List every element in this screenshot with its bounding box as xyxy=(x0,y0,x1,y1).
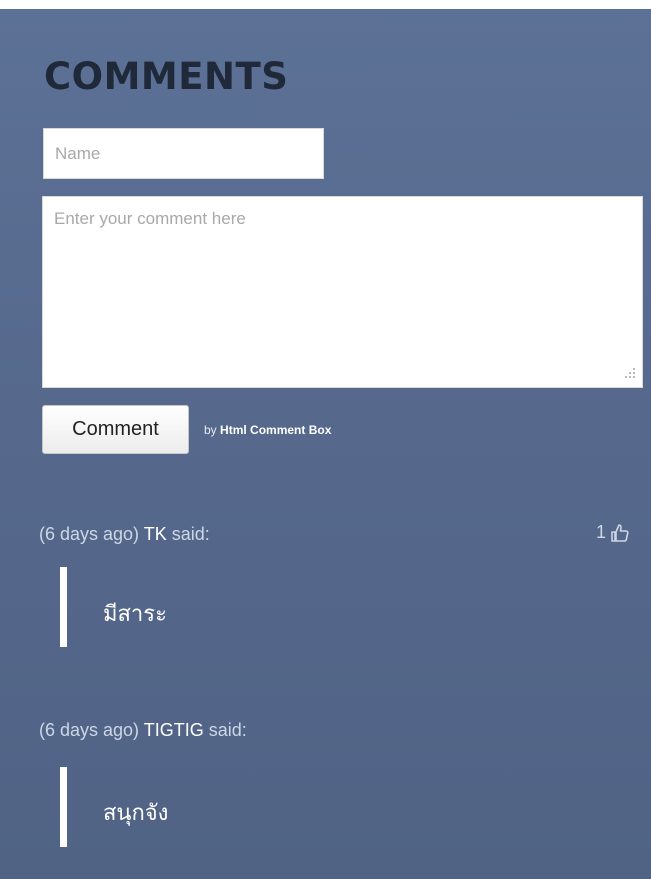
like-button[interactable]: 1 xyxy=(596,522,630,543)
comment-time: (6 days ago) xyxy=(39,524,140,544)
comments-panel: COMMENTS Comment by Html Comment Box (6 … xyxy=(0,9,651,879)
quote-bar xyxy=(60,567,67,647)
comment-textarea[interactable] xyxy=(42,196,643,388)
byline-brand-link[interactable]: Html Comment Box xyxy=(220,423,331,437)
comment-author: TK xyxy=(143,524,167,544)
byline-prefix: by xyxy=(204,423,217,437)
thumbs-up-icon[interactable] xyxy=(610,523,630,543)
comment-submit-button[interactable]: Comment xyxy=(42,405,189,454)
comments-heading: COMMENTS xyxy=(44,55,289,98)
comment-meta: (6 days ago) TK said: xyxy=(39,524,210,545)
powered-by: by Html Comment Box xyxy=(204,423,331,437)
name-input[interactable] xyxy=(43,128,324,179)
comment-author: TIGTIG xyxy=(143,720,204,740)
resize-grip-icon[interactable] xyxy=(618,363,638,383)
comment-said: said: xyxy=(208,720,247,740)
comment-meta: (6 days ago) TIGTIG said: xyxy=(39,720,247,741)
like-count: 1 xyxy=(596,522,607,542)
comment-body: มีสาระ xyxy=(103,602,167,627)
quote-bar xyxy=(60,767,67,847)
comment-body: สนุกจัง xyxy=(103,801,169,826)
comment-time: (6 days ago) xyxy=(39,720,140,740)
comment-said: said: xyxy=(171,524,210,544)
